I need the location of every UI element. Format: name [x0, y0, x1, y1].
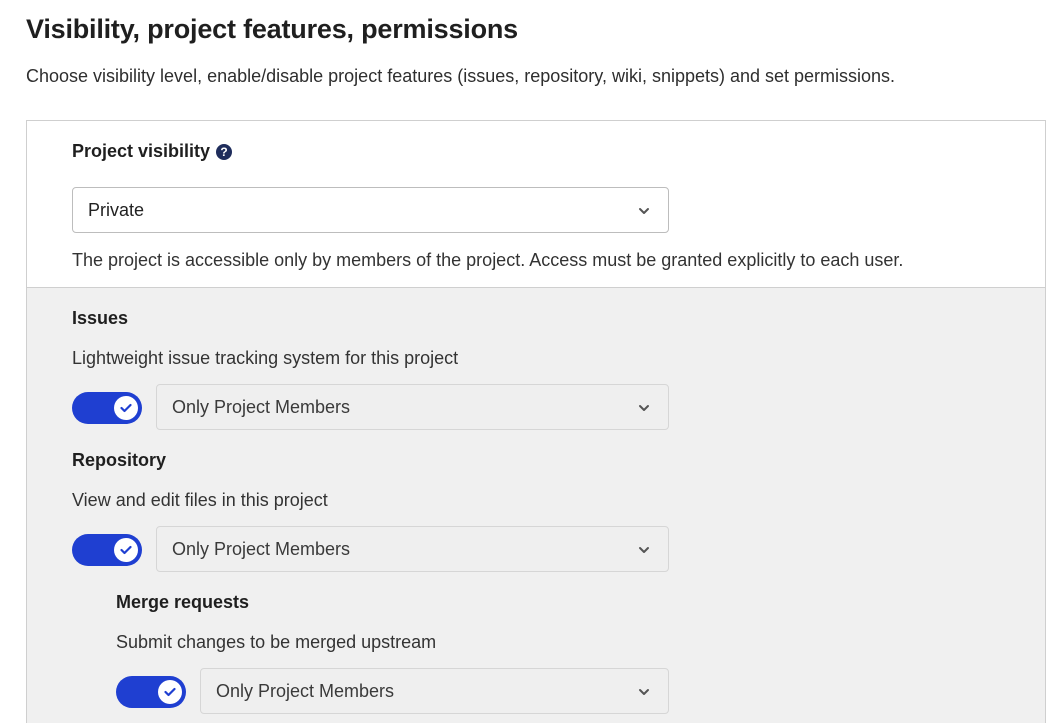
issues-access-select[interactable]: Only Project Members [156, 384, 669, 430]
chevron-down-icon [639, 208, 649, 214]
toggle-knob [114, 396, 138, 420]
feature-repository-label: Repository [72, 450, 167, 470]
section-description: Choose visibility level, enable/disable … [26, 66, 896, 86]
check-icon [120, 545, 132, 555]
merge-requests-toggle[interactable] [116, 676, 186, 708]
check-icon [164, 687, 176, 697]
visibility-select-value: Private [88, 200, 145, 220]
check-icon [120, 403, 132, 413]
chevron-down-icon [639, 547, 649, 553]
merge-requests-access-select[interactable]: Only Project Members [200, 668, 669, 714]
issues-toggle[interactable] [72, 392, 142, 424]
features-block: Issues Lightweight issue tracking system… [27, 288, 1045, 723]
visibility-settings-page: Visibility, project features, permission… [0, 0, 1064, 723]
feature-issues-label: Issues [72, 308, 129, 328]
issues-access-value: Only Project Members [172, 397, 351, 417]
toggle-knob [158, 680, 182, 704]
question-circle-icon[interactable]: ? [216, 144, 233, 160]
chevron-down-icon [639, 405, 649, 411]
visibility-select[interactable]: Private [72, 187, 669, 233]
feature-repository-description: View and edit files in this project [72, 490, 328, 510]
chevron-down-icon [639, 689, 649, 695]
feature-merge-requests-label: Merge requests [116, 592, 250, 612]
feature-merge-requests-description: Submit changes to be merged upstream [116, 632, 437, 652]
repository-access-select[interactable]: Only Project Members [156, 526, 669, 572]
visibility-label: Project visibility? [72, 141, 233, 162]
repository-toggle[interactable] [72, 534, 142, 566]
settings-panel: Project visibility? Private The project … [26, 120, 1046, 723]
visibility-help-text: The project is accessible only by member… [72, 250, 904, 270]
feature-issues-description: Lightweight issue tracking system for th… [72, 348, 459, 368]
toggle-knob [114, 538, 138, 562]
visibility-label-text: Project visibility [72, 141, 211, 161]
merge-requests-access-value: Only Project Members [216, 681, 395, 701]
section-title: Visibility, project features, permission… [26, 14, 518, 44]
repository-access-value: Only Project Members [172, 539, 351, 559]
visibility-block: Project visibility? Private The project … [27, 121, 1045, 288]
